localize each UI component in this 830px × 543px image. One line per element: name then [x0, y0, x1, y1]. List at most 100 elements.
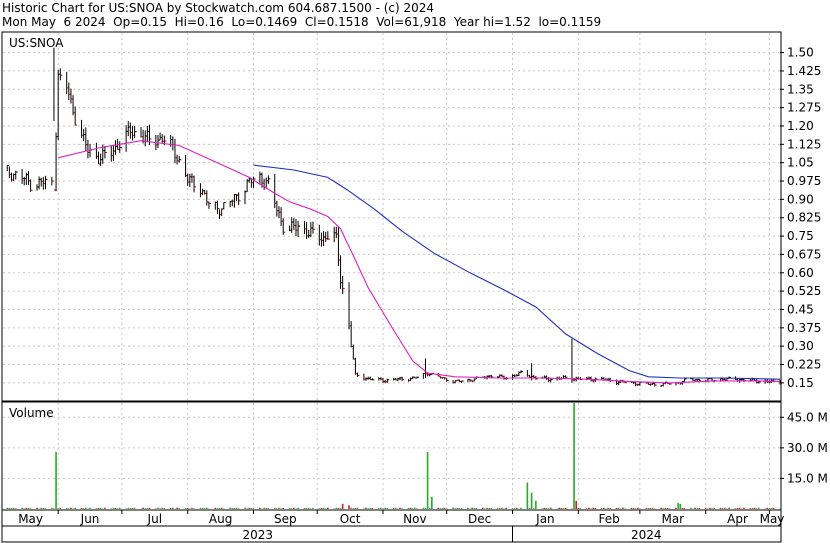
volume-bar — [371, 507, 374, 509]
price-tick-label: 0.75 — [787, 229, 814, 243]
price-plot-frame — [1, 31, 782, 402]
volume-bar — [401, 508, 403, 509]
volume-bar — [231, 508, 234, 509]
volume-bar — [203, 508, 206, 509]
volume-bar — [575, 500, 577, 509]
volume-bar — [734, 508, 737, 509]
volume-bar — [36, 507, 38, 509]
volume-y-axis: 45.0 M 30.0 M 15.0 M — [780, 410, 828, 485]
volume-bar — [683, 508, 686, 509]
price-panel: 1.50 1.425 1.35 1.275 1.20 1.125 1.05 0.975 0.90… — [1, 31, 821, 402]
volume-bar — [409, 507, 412, 509]
volume-bar — [129, 508, 132, 509]
volume-bar — [280, 508, 282, 509]
volume-bar — [42, 508, 45, 509]
volume-bar — [55, 451, 57, 509]
month-label: Apr — [727, 512, 748, 526]
volume-bar — [229, 507, 231, 509]
volume-bar — [490, 507, 493, 509]
volume-bar — [341, 503, 344, 509]
volume-bar — [365, 507, 367, 509]
volume-bar — [110, 508, 113, 509]
volume-bar — [384, 507, 386, 509]
volume-bar — [496, 507, 499, 509]
volume-bar — [467, 507, 469, 509]
volume-bar — [356, 507, 359, 509]
volume-tick-label: 45.0 M — [787, 410, 828, 424]
volume-bar — [267, 507, 270, 509]
volume-panel: 45.0 M 30.0 M 15.0 M Volume — [1, 401, 828, 511]
volume-bar — [74, 507, 76, 509]
price-tick-label: 0.30 — [787, 339, 814, 353]
volume-bar — [579, 507, 582, 509]
volume-bar — [335, 507, 338, 509]
volume-bar — [133, 507, 136, 509]
price-tick-label: 1.35 — [787, 82, 814, 96]
volume-bar — [386, 508, 389, 509]
volume-bar — [68, 508, 70, 509]
volume-bar — [288, 507, 291, 509]
volume-bar — [23, 508, 26, 509]
volume-bar — [473, 508, 476, 509]
volume-bar — [246, 508, 248, 509]
price-tick-label: 0.45 — [787, 302, 814, 316]
volume-bar — [649, 508, 652, 509]
volume-bar — [252, 508, 255, 509]
month-label: Jan — [535, 512, 555, 526]
volume-bar — [677, 502, 679, 509]
price-tick-label: 0.675 — [787, 247, 821, 261]
volume-tick-label: 30.0 M — [787, 441, 828, 455]
volume-bar — [541, 508, 544, 509]
volume-bar — [57, 508, 59, 509]
volume-bar — [422, 507, 425, 509]
volume-bar — [146, 507, 149, 509]
year-axis-band — [1, 525, 782, 543]
month-label: May — [18, 512, 43, 526]
year-label: 2023 — [242, 528, 273, 542]
price-tick-label: 0.225 — [787, 358, 821, 372]
volume-bar — [144, 508, 147, 509]
volume-bar — [10, 507, 13, 509]
volume-bar — [428, 507, 431, 509]
volume-bar — [602, 507, 605, 509]
volume-bar — [27, 507, 30, 509]
volume-bar — [530, 492, 533, 509]
volume-bar — [259, 507, 261, 509]
volume-bar — [6, 507, 9, 509]
volume-bar — [59, 507, 62, 509]
volume-bar — [452, 507, 454, 509]
volume-bar — [14, 508, 17, 509]
volume-panel-title: Volume — [9, 406, 54, 420]
volume-bar — [193, 508, 195, 509]
volume-bar — [407, 507, 410, 509]
volume-bar — [577, 507, 580, 509]
volume-bar — [394, 507, 397, 509]
price-tick-label: 0.975 — [787, 174, 821, 188]
month-label: May — [760, 512, 785, 526]
volume-bar — [617, 507, 620, 509]
volume-bar — [675, 507, 677, 509]
volume-bar — [679, 503, 682, 509]
price-tick-label: 1.275 — [787, 101, 821, 115]
volume-bar — [89, 507, 91, 509]
volume-bar — [99, 507, 102, 509]
volume-bar — [636, 507, 639, 509]
price-tick-label: 0.90 — [787, 192, 814, 206]
volume-bar — [573, 403, 575, 509]
volume-bar — [704, 507, 707, 509]
volume-bar — [696, 508, 699, 509]
volume-bar — [528, 507, 531, 509]
volume-bar — [681, 507, 684, 509]
volume-bar — [303, 508, 306, 509]
volume-bar — [327, 507, 329, 509]
month-label: Oct — [340, 512, 361, 526]
volume-bar — [515, 507, 518, 509]
volume-bar — [218, 508, 221, 509]
volume-bar — [363, 508, 365, 509]
volume-bar — [29, 508, 32, 509]
volume-bar — [318, 508, 321, 509]
volume-bar — [95, 508, 98, 509]
volume-bar — [439, 508, 442, 509]
volume-bar — [172, 507, 174, 509]
volume-bar — [116, 508, 119, 509]
